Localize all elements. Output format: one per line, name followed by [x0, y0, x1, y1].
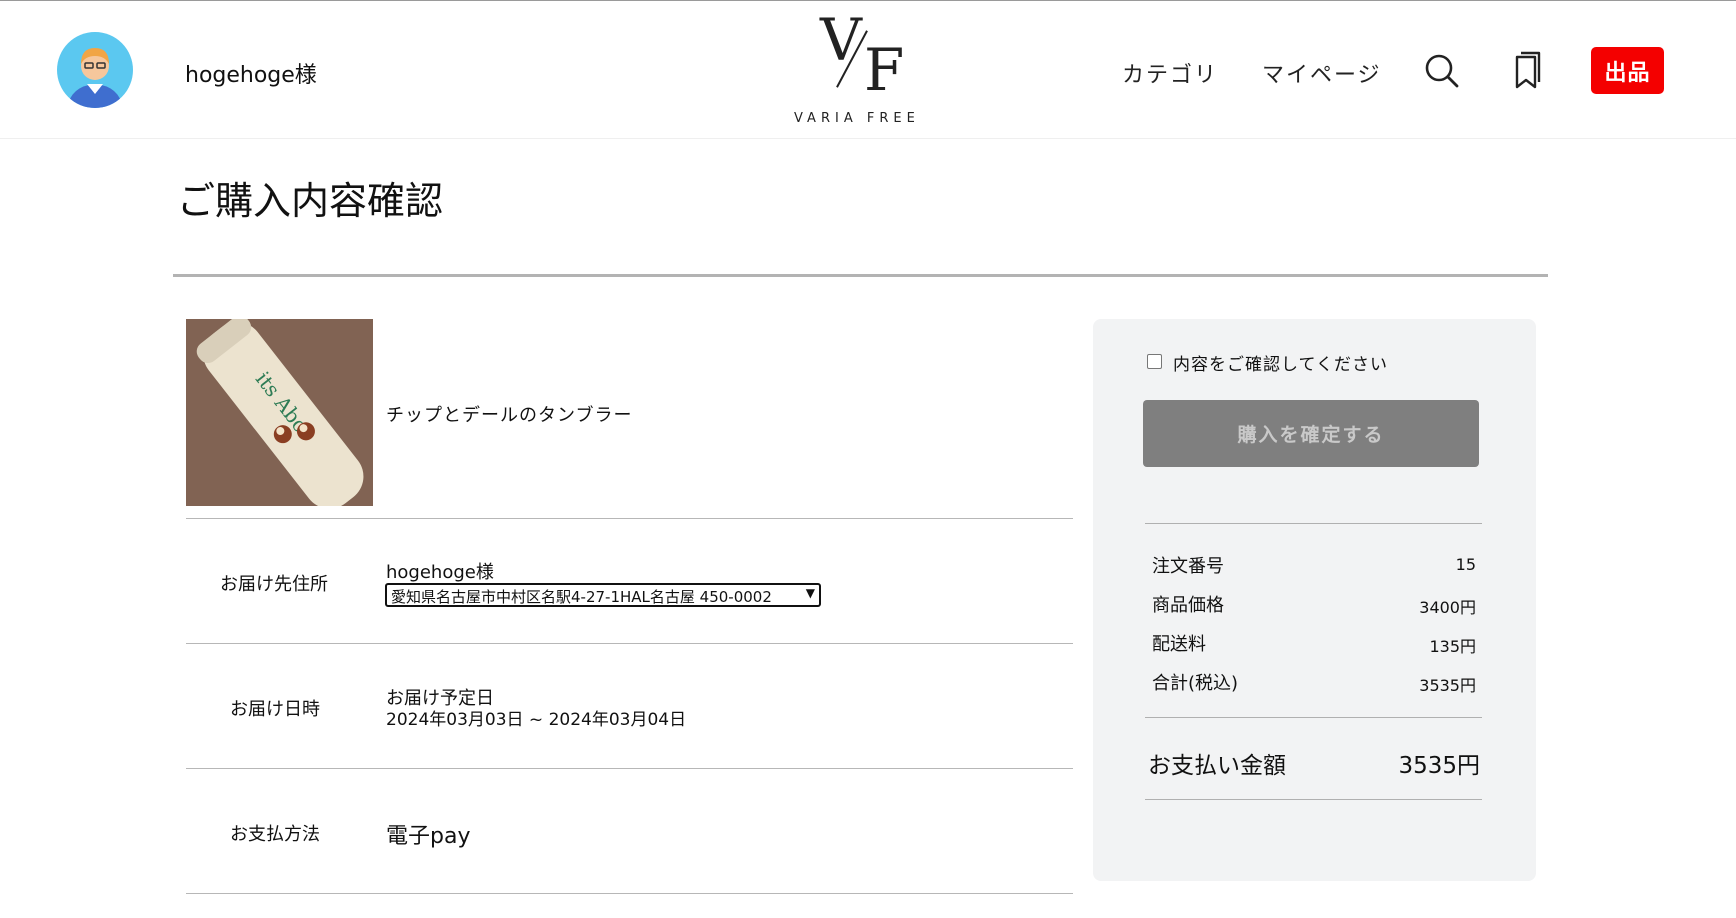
row-divider	[186, 518, 1073, 519]
recipient-name: hogehoge様	[386, 562, 494, 583]
product-image: its Abo	[186, 319, 373, 506]
logo-mark-f: F	[864, 36, 905, 104]
shipping-fee-value: 135円	[1429, 637, 1476, 656]
row-divider	[186, 643, 1073, 644]
summary-divider	[1145, 799, 1482, 800]
address-select[interactable]: 愛知県名古屋市中村区名駅4-27-1HAL名古屋 450-0002 ▼	[385, 583, 821, 607]
site-header: hogehoge様 V F VARIA FREE カテゴリ マイページ 出品	[0, 1, 1736, 139]
delivery-date-label: お届け日時	[230, 699, 320, 720]
shipping-fee-label: 配送料	[1152, 634, 1206, 655]
payment-method-value: 電子pay	[386, 824, 471, 849]
nav-mypage-link[interactable]: マイページ	[1262, 57, 1382, 89]
payment-total-value: 3535円	[1398, 753, 1480, 779]
row-divider	[186, 768, 1073, 769]
item-price-value: 3400円	[1419, 598, 1476, 617]
chevron-down-icon: ▼	[805, 586, 815, 600]
summary-divider	[1145, 717, 1482, 718]
subtotal-value: 3535円	[1419, 676, 1476, 695]
item-price-label: 商品価格	[1152, 595, 1224, 616]
order-number-value: 15	[1455, 555, 1476, 574]
bookmark-icon[interactable]	[1507, 51, 1547, 91]
delivery-date-range: 2024年03月03日 ~ 2024年03月04日	[386, 710, 687, 730]
page-title: ご購入内容確認	[177, 179, 444, 223]
title-divider	[173, 274, 1548, 277]
payment-total-label: お支払い金額	[1148, 753, 1286, 779]
search-icon[interactable]	[1422, 51, 1462, 91]
delivery-address-label: お届け先住所	[220, 574, 328, 595]
confirm-checkbox[interactable]	[1147, 354, 1162, 369]
confirm-purchase-button[interactable]: 購入を確定する	[1143, 400, 1479, 467]
header-username: hogehoge様	[185, 63, 317, 88]
row-divider	[186, 893, 1073, 894]
confirm-checkbox-label[interactable]: 内容をご確認してください	[1173, 350, 1388, 375]
logo-text: VARIA FREE	[794, 111, 920, 126]
sell-button[interactable]: 出品	[1591, 47, 1664, 94]
order-number-label: 注文番号	[1152, 556, 1224, 577]
nav-category-link[interactable]: カテゴリ	[1122, 57, 1218, 89]
user-avatar-icon[interactable]	[57, 32, 133, 108]
product-name: チップとデールのタンブラー	[386, 405, 633, 426]
payment-method-label: お支払方法	[230, 824, 320, 845]
subtotal-label: 合計(税込)	[1152, 673, 1239, 694]
logo-mark-v: V	[820, 6, 862, 74]
summary-divider	[1145, 523, 1482, 524]
site-logo[interactable]: V F VARIA FREE	[790, 11, 930, 129]
address-selected-value: 愛知県名古屋市中村区名駅4-27-1HAL名古屋 450-0002	[391, 588, 772, 606]
